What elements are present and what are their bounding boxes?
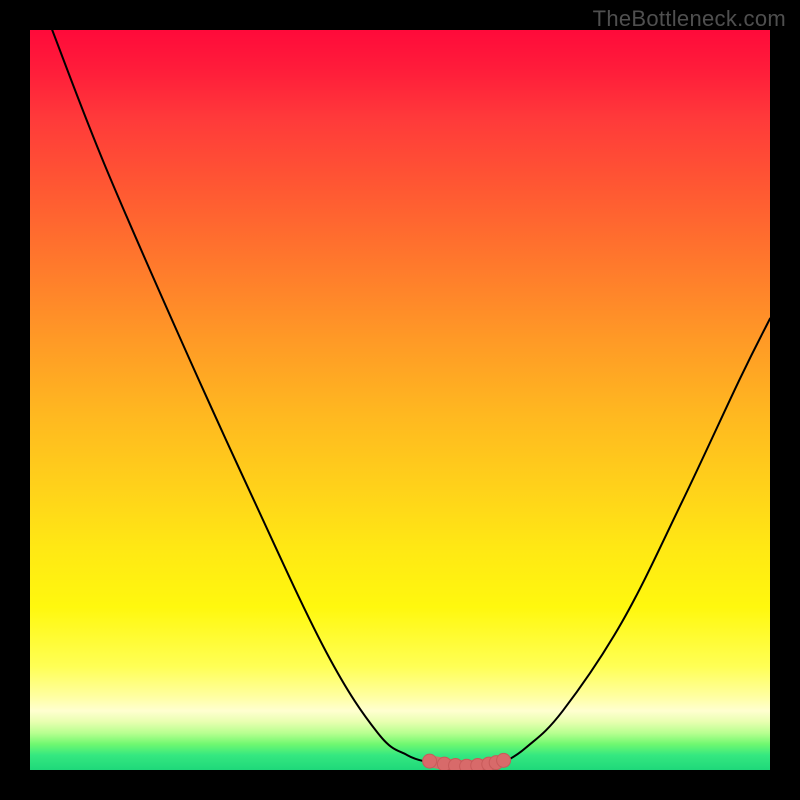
bottleneck-curve bbox=[30, 30, 770, 770]
watermark-text: TheBottleneck.com bbox=[593, 6, 786, 32]
plateau-marker bbox=[423, 754, 437, 768]
curve-right-branch bbox=[504, 319, 770, 763]
chart-frame: TheBottleneck.com bbox=[0, 0, 800, 800]
curve-left-branch bbox=[52, 30, 429, 763]
plot-area bbox=[30, 30, 770, 770]
plateau-marker bbox=[497, 753, 511, 767]
